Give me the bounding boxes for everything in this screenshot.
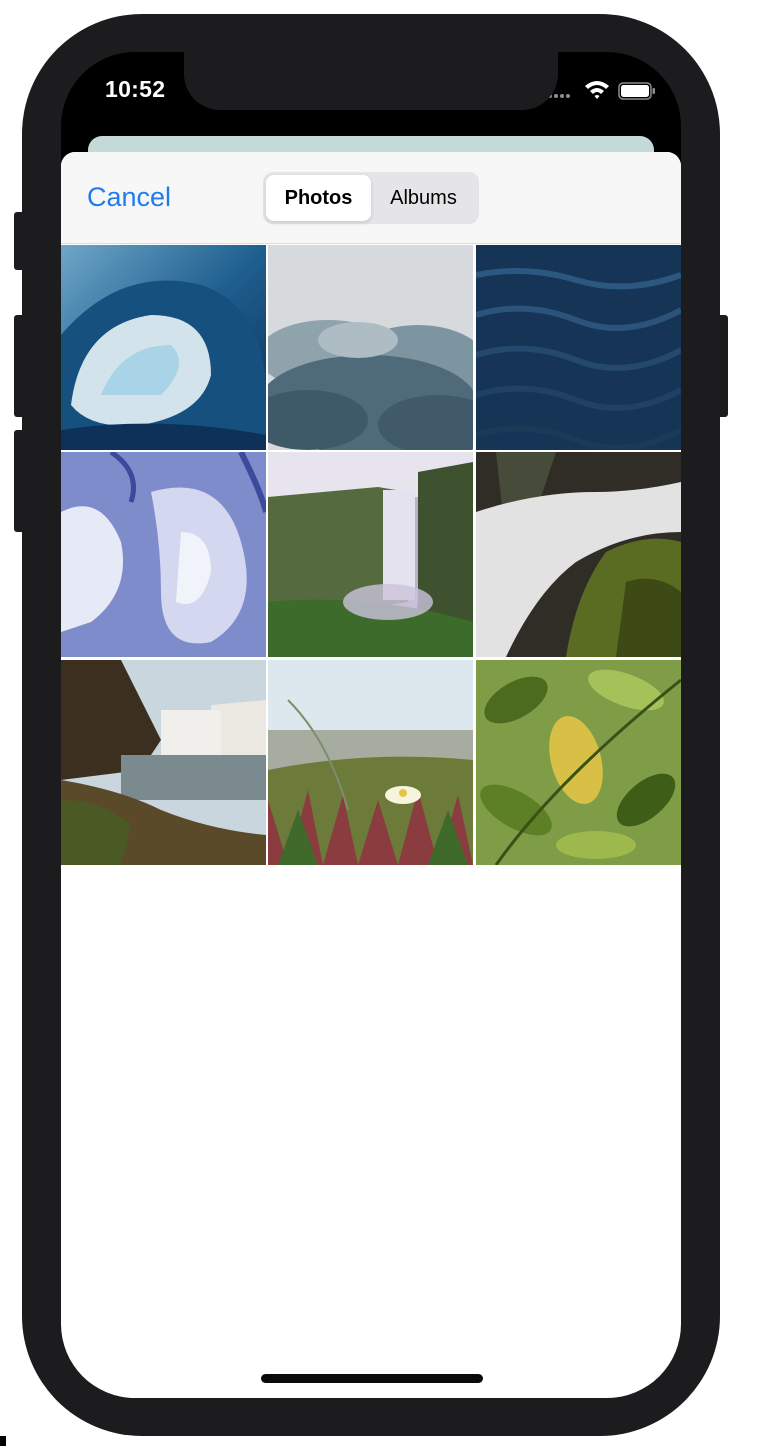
waterfall-lake-photo[interactable] — [61, 660, 266, 865]
clouds-photo[interactable] — [268, 245, 473, 450]
photo-grid — [61, 245, 681, 865]
notch — [184, 52, 558, 110]
blue-ice-photo[interactable] — [61, 452, 266, 657]
picker-header: Cancel Photos Albums — [61, 152, 681, 244]
waterfall-cliff-photo[interactable] — [268, 452, 473, 657]
wifi-icon — [585, 81, 609, 99]
photo-picker-sheet: Cancel Photos Albums — [61, 152, 681, 1398]
tab-photos[interactable]: Photos — [266, 175, 371, 221]
status-time: 10:52 — [105, 76, 166, 102]
cancel-button[interactable]: Cancel — [87, 182, 171, 214]
dark-water-photo[interactable] — [476, 245, 681, 450]
tab-albums[interactable]: Albums — [371, 175, 476, 221]
cellular-dots-icon — [548, 94, 576, 100]
green-leaves-photo[interactable] — [476, 660, 681, 865]
battery-icon — [618, 82, 655, 100]
corner-mark — [0, 1436, 6, 1446]
home-indicator[interactable] — [261, 1374, 483, 1383]
photos-albums-segmented-control: Photos Albums — [263, 172, 479, 224]
flower-grass-photo[interactable] — [268, 660, 473, 865]
ocean-wave-photo[interactable] — [61, 245, 266, 450]
waterfall-rocks-photo[interactable] — [476, 452, 681, 657]
